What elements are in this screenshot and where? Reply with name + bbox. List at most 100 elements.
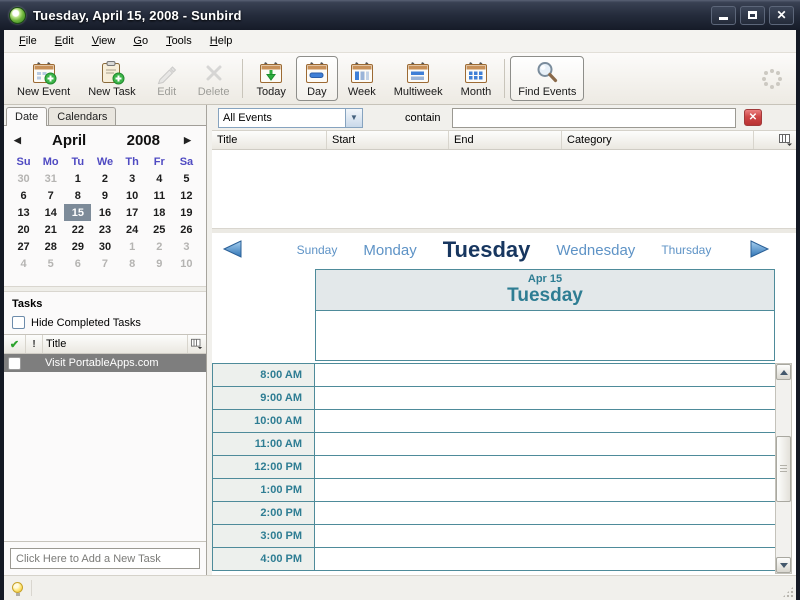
- mini-day[interactable]: 6: [64, 255, 91, 272]
- time-slot-cell[interactable]: [315, 387, 775, 409]
- time-slot-cell[interactable]: [315, 410, 775, 432]
- mini-day[interactable]: 10: [119, 187, 146, 204]
- day-column-header[interactable]: Apr 15 Tuesday: [315, 269, 775, 311]
- mini-day[interactable]: 12: [173, 187, 200, 204]
- nav-day-sunday[interactable]: Sunday: [297, 243, 338, 257]
- close-button[interactable]: ✕: [769, 6, 794, 25]
- task-priority-column[interactable]: !: [26, 335, 43, 353]
- tab-date[interactable]: Date: [6, 107, 47, 126]
- today-button[interactable]: Today: [248, 56, 293, 101]
- mini-day[interactable]: 13: [10, 204, 37, 221]
- new-event-button[interactable]: New Event: [9, 56, 78, 101]
- mini-day[interactable]: 11: [146, 187, 173, 204]
- new-task-button[interactable]: New Task: [80, 56, 143, 101]
- mini-day[interactable]: 5: [173, 170, 200, 187]
- task-column-picker[interactable]: [188, 335, 206, 353]
- mini-day[interactable]: 16: [91, 204, 118, 221]
- month-button[interactable]: Month: [453, 56, 500, 101]
- mini-day[interactable]: 10: [173, 255, 200, 272]
- task-title-column[interactable]: Title: [43, 335, 188, 353]
- tab-calendars[interactable]: Calendars: [48, 107, 116, 125]
- mini-day[interactable]: 2: [146, 238, 173, 255]
- previous-day-arrow-icon[interactable]: [220, 239, 244, 259]
- mini-day[interactable]: 8: [64, 187, 91, 204]
- nav-day-monday[interactable]: Monday: [363, 242, 416, 259]
- time-slot-cell[interactable]: [315, 364, 775, 386]
- hide-completed-checkbox[interactable]: [12, 316, 25, 329]
- event-column-category[interactable]: Category: [562, 131, 754, 149]
- mini-day[interactable]: 3: [173, 238, 200, 255]
- menu-tools[interactable]: Tools: [157, 32, 201, 50]
- mini-day[interactable]: 30: [91, 238, 118, 255]
- day-button[interactable]: Day: [296, 56, 338, 101]
- mini-day[interactable]: 31: [37, 170, 64, 187]
- mini-day[interactable]: 7: [37, 187, 64, 204]
- time-slot-cell[interactable]: [315, 456, 775, 478]
- event-column-end[interactable]: End: [449, 131, 562, 149]
- menu-help[interactable]: Help: [201, 32, 242, 50]
- mini-day[interactable]: 7: [91, 255, 118, 272]
- mini-day[interactable]: 22: [64, 221, 91, 238]
- multiweek-button[interactable]: Multiweek: [386, 56, 451, 101]
- mini-day[interactable]: 25: [146, 221, 173, 238]
- day-view-scrollbar[interactable]: [775, 363, 792, 574]
- mini-day[interactable]: 30: [10, 170, 37, 187]
- mini-day[interactable]: 18: [146, 204, 173, 221]
- task-checkbox[interactable]: [8, 357, 21, 370]
- next-day-arrow-icon[interactable]: [748, 239, 772, 259]
- mini-day[interactable]: 4: [10, 255, 37, 272]
- scrollbar-thumb[interactable]: [776, 436, 791, 502]
- mini-day[interactable]: 21: [37, 221, 64, 238]
- event-column-title[interactable]: Title: [212, 131, 327, 149]
- find-events-button[interactable]: Find Events: [510, 56, 584, 101]
- mini-day[interactable]: 20: [10, 221, 37, 238]
- mini-day[interactable]: 2: [91, 170, 118, 187]
- mini-day[interactable]: 28: [37, 238, 64, 255]
- mini-day[interactable]: 14: [37, 204, 64, 221]
- nav-day-tuesday[interactable]: Tuesday: [443, 237, 531, 263]
- maximize-button[interactable]: [740, 6, 765, 25]
- mini-day[interactable]: 17: [119, 204, 146, 221]
- clear-search-button[interactable]: ✕: [744, 109, 762, 126]
- mini-day[interactable]: 29: [64, 238, 91, 255]
- add-task-input[interactable]: [10, 548, 200, 569]
- mini-day[interactable]: 6: [10, 187, 37, 204]
- scroll-down-button[interactable]: [776, 557, 791, 573]
- search-input[interactable]: [452, 108, 736, 128]
- mini-day[interactable]: 23: [91, 221, 118, 238]
- menu-edit[interactable]: Edit: [46, 32, 83, 50]
- mini-day[interactable]: 26: [173, 221, 200, 238]
- mini-day-selected[interactable]: 15: [64, 204, 91, 221]
- event-column-picker[interactable]: [775, 131, 796, 149]
- week-button[interactable]: Week: [340, 56, 384, 101]
- scroll-up-button[interactable]: [776, 364, 791, 380]
- next-month-icon[interactable]: ▶: [184, 135, 196, 146]
- mini-day[interactable]: 1: [119, 238, 146, 255]
- task-completed-column[interactable]: ✔: [4, 335, 26, 353]
- event-filter-dropdown[interactable]: All Events ▼: [218, 108, 363, 128]
- task-row[interactable]: Visit PortableApps.com: [4, 354, 206, 372]
- time-slot-cell[interactable]: [315, 433, 775, 455]
- mini-day[interactable]: 4: [146, 170, 173, 187]
- menu-file[interactable]: File: [10, 32, 46, 50]
- nav-day-thursday[interactable]: Thursday: [661, 243, 711, 257]
- mini-day[interactable]: 5: [37, 255, 64, 272]
- event-list-body[interactable]: [212, 150, 796, 228]
- event-column-start[interactable]: Start: [327, 131, 449, 149]
- mini-day[interactable]: 19: [173, 204, 200, 221]
- time-slot-cell[interactable]: [315, 502, 775, 524]
- time-slot-cell[interactable]: [315, 479, 775, 501]
- mini-day[interactable]: 3: [119, 170, 146, 187]
- resize-grip[interactable]: [782, 586, 794, 598]
- menu-go[interactable]: Go: [124, 32, 157, 50]
- mini-day[interactable]: 9: [91, 187, 118, 204]
- mini-day[interactable]: 8: [119, 255, 146, 272]
- time-slot-cell[interactable]: [315, 525, 775, 547]
- mini-day[interactable]: 24: [119, 221, 146, 238]
- minimize-button[interactable]: [711, 6, 736, 25]
- mini-day[interactable]: 1: [64, 170, 91, 187]
- menu-view[interactable]: View: [83, 32, 125, 50]
- all-day-events-area[interactable]: [315, 311, 775, 361]
- mini-day[interactable]: 27: [10, 238, 37, 255]
- time-slot-cell[interactable]: [315, 548, 775, 570]
